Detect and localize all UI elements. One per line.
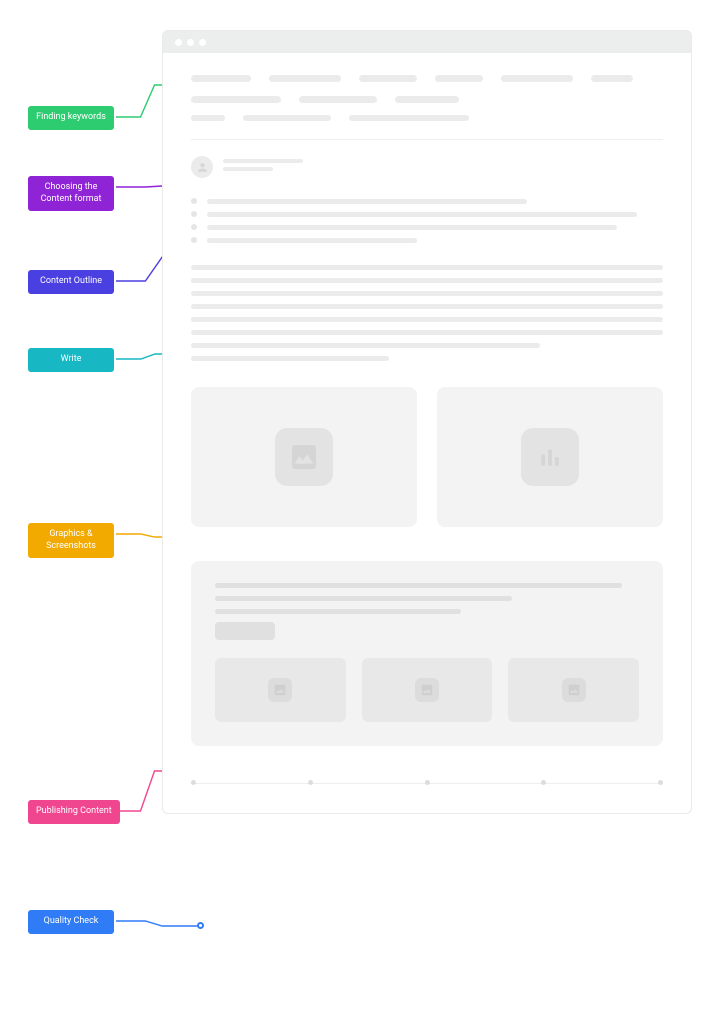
body-paragraph (191, 265, 663, 361)
quality-check-timeline (191, 780, 663, 785)
process-step-label: Finding keywords (28, 106, 114, 130)
browser-wireframe (162, 30, 692, 814)
process-step-label: Choosing the Content format (28, 176, 114, 211)
bar-chart-icon (521, 428, 579, 486)
content-outline-bullets (191, 198, 663, 243)
cta-button-placeholder (215, 622, 275, 640)
thumbnail (508, 658, 639, 722)
process-step-label: Quality Check (28, 910, 114, 934)
milestone-dot (191, 780, 196, 785)
graphic-card-image (191, 387, 417, 527)
image-icon (268, 678, 292, 702)
traffic-light-dot (199, 39, 206, 46)
avatar-icon (191, 156, 213, 178)
breadcrumb-row (191, 115, 663, 121)
milestone-dot (541, 780, 546, 785)
connector-line (116, 920, 204, 929)
process-step-label: Publishing Content (28, 800, 120, 824)
process-step-label: Graphics & Screenshots (28, 523, 114, 558)
process-step-label: Content Outline (28, 270, 114, 294)
milestone-dot (425, 780, 430, 785)
image-icon (415, 678, 439, 702)
traffic-light-dot (187, 39, 194, 46)
graphic-card-chart (437, 387, 663, 527)
author-block (191, 156, 663, 178)
image-icon (562, 678, 586, 702)
thumbnail (362, 658, 493, 722)
traffic-light-dot (175, 39, 182, 46)
nav-keywords-row-2 (191, 96, 663, 103)
milestone-dot (658, 780, 663, 785)
publishing-block (191, 561, 663, 746)
process-step-label: Write (28, 348, 114, 372)
milestone-dot (308, 780, 313, 785)
image-icon (275, 428, 333, 486)
thumbnail (215, 658, 346, 722)
connector-endpoint-dot (197, 922, 204, 929)
graphics-row (191, 387, 663, 527)
nav-keywords-row (191, 75, 663, 82)
window-titlebar (163, 31, 691, 53)
